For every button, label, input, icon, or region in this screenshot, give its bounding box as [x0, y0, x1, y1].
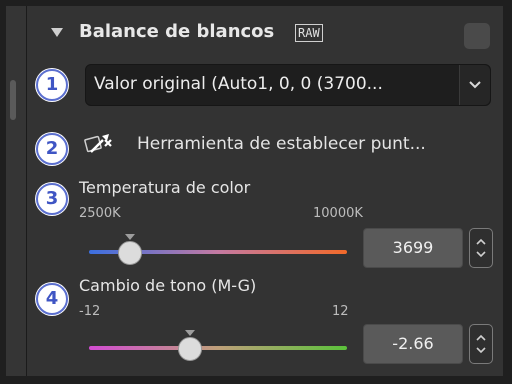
tint-slider-track[interactable]	[89, 346, 347, 350]
tint-min-label: -12	[79, 304, 101, 319]
tint-value: -2.66	[392, 334, 434, 353]
temperature-max-label: 10000K	[313, 206, 363, 221]
frame-border-bottom	[0, 376, 512, 384]
callout-2: 2	[36, 133, 68, 165]
raw-badge: RAW	[295, 24, 323, 42]
dropdown-selected-value: Valor original (Auto1, 0, 0 (3700...	[94, 74, 383, 94]
temperature-default-marker	[125, 234, 136, 240]
enable-checkbox[interactable]	[464, 23, 490, 49]
collapse-triangle-icon[interactable]	[51, 28, 63, 37]
chevron-down-icon[interactable]	[459, 65, 490, 105]
tool-label: Herramienta de establecer punt...	[137, 134, 426, 154]
temperature-title: Temperatura de color	[79, 178, 251, 197]
temperature-min-label: 2500K	[79, 206, 121, 221]
scrollbar-thumb[interactable]	[10, 80, 16, 120]
temperature-slider-thumb[interactable]	[118, 241, 143, 265]
gray-point-tool[interactable]: Herramienta de establecer punt...	[83, 130, 503, 162]
tint-default-marker	[184, 330, 195, 336]
tint-title: Cambio de tono (M-G)	[79, 276, 257, 295]
eyedropper-icon[interactable]	[83, 132, 117, 162]
frame-border-right	[502, 0, 512, 384]
panel-header[interactable]: Balance de blancos RAW	[27, 6, 503, 54]
callout-3: 3	[36, 183, 68, 215]
temperature-value: 3699	[392, 238, 434, 257]
callout-4: 4	[36, 283, 68, 315]
app-frame: Balance de blancos RAW Valor original (A…	[0, 0, 512, 384]
callout-1: 1	[36, 69, 68, 101]
temperature-input[interactable]: 3699	[363, 228, 463, 268]
panel-title: Balance de blancos	[79, 21, 275, 42]
panel-scrollbar[interactable]	[6, 6, 26, 376]
temperature-spinner[interactable]	[469, 228, 493, 268]
white-balance-panel: Balance de blancos RAW Valor original (A…	[26, 6, 503, 376]
tint-spinner[interactable]	[469, 324, 493, 364]
tint-max-label: 12	[332, 304, 349, 319]
white-balance-dropdown[interactable]: Valor original (Auto1, 0, 0 (3700...	[85, 64, 491, 106]
tint-slider-thumb[interactable]	[177, 337, 202, 361]
tint-input[interactable]: -2.66	[363, 324, 463, 364]
